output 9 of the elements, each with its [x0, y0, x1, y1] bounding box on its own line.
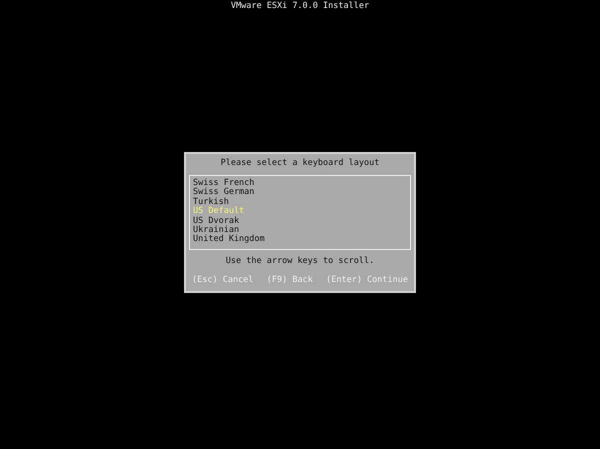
- hint-text: Use the arrow keys to scroll.: [224, 256, 376, 266]
- list-item[interactable]: Swiss German: [193, 188, 407, 198]
- list-item[interactable]: US Dvorak: [193, 216, 407, 226]
- list-item[interactable]: Turkish: [193, 198, 407, 208]
- list-item[interactable]: Swiss French: [193, 179, 407, 188]
- list-item[interactable]: Ukrainian: [193, 226, 407, 236]
- list-item[interactable]: United Kingdom: [193, 235, 407, 245]
- window-title: VMware ESXi 7.0.0 Installer: [230, 1, 370, 12]
- dialog-title: Please select a keyboard layout: [220, 157, 380, 169]
